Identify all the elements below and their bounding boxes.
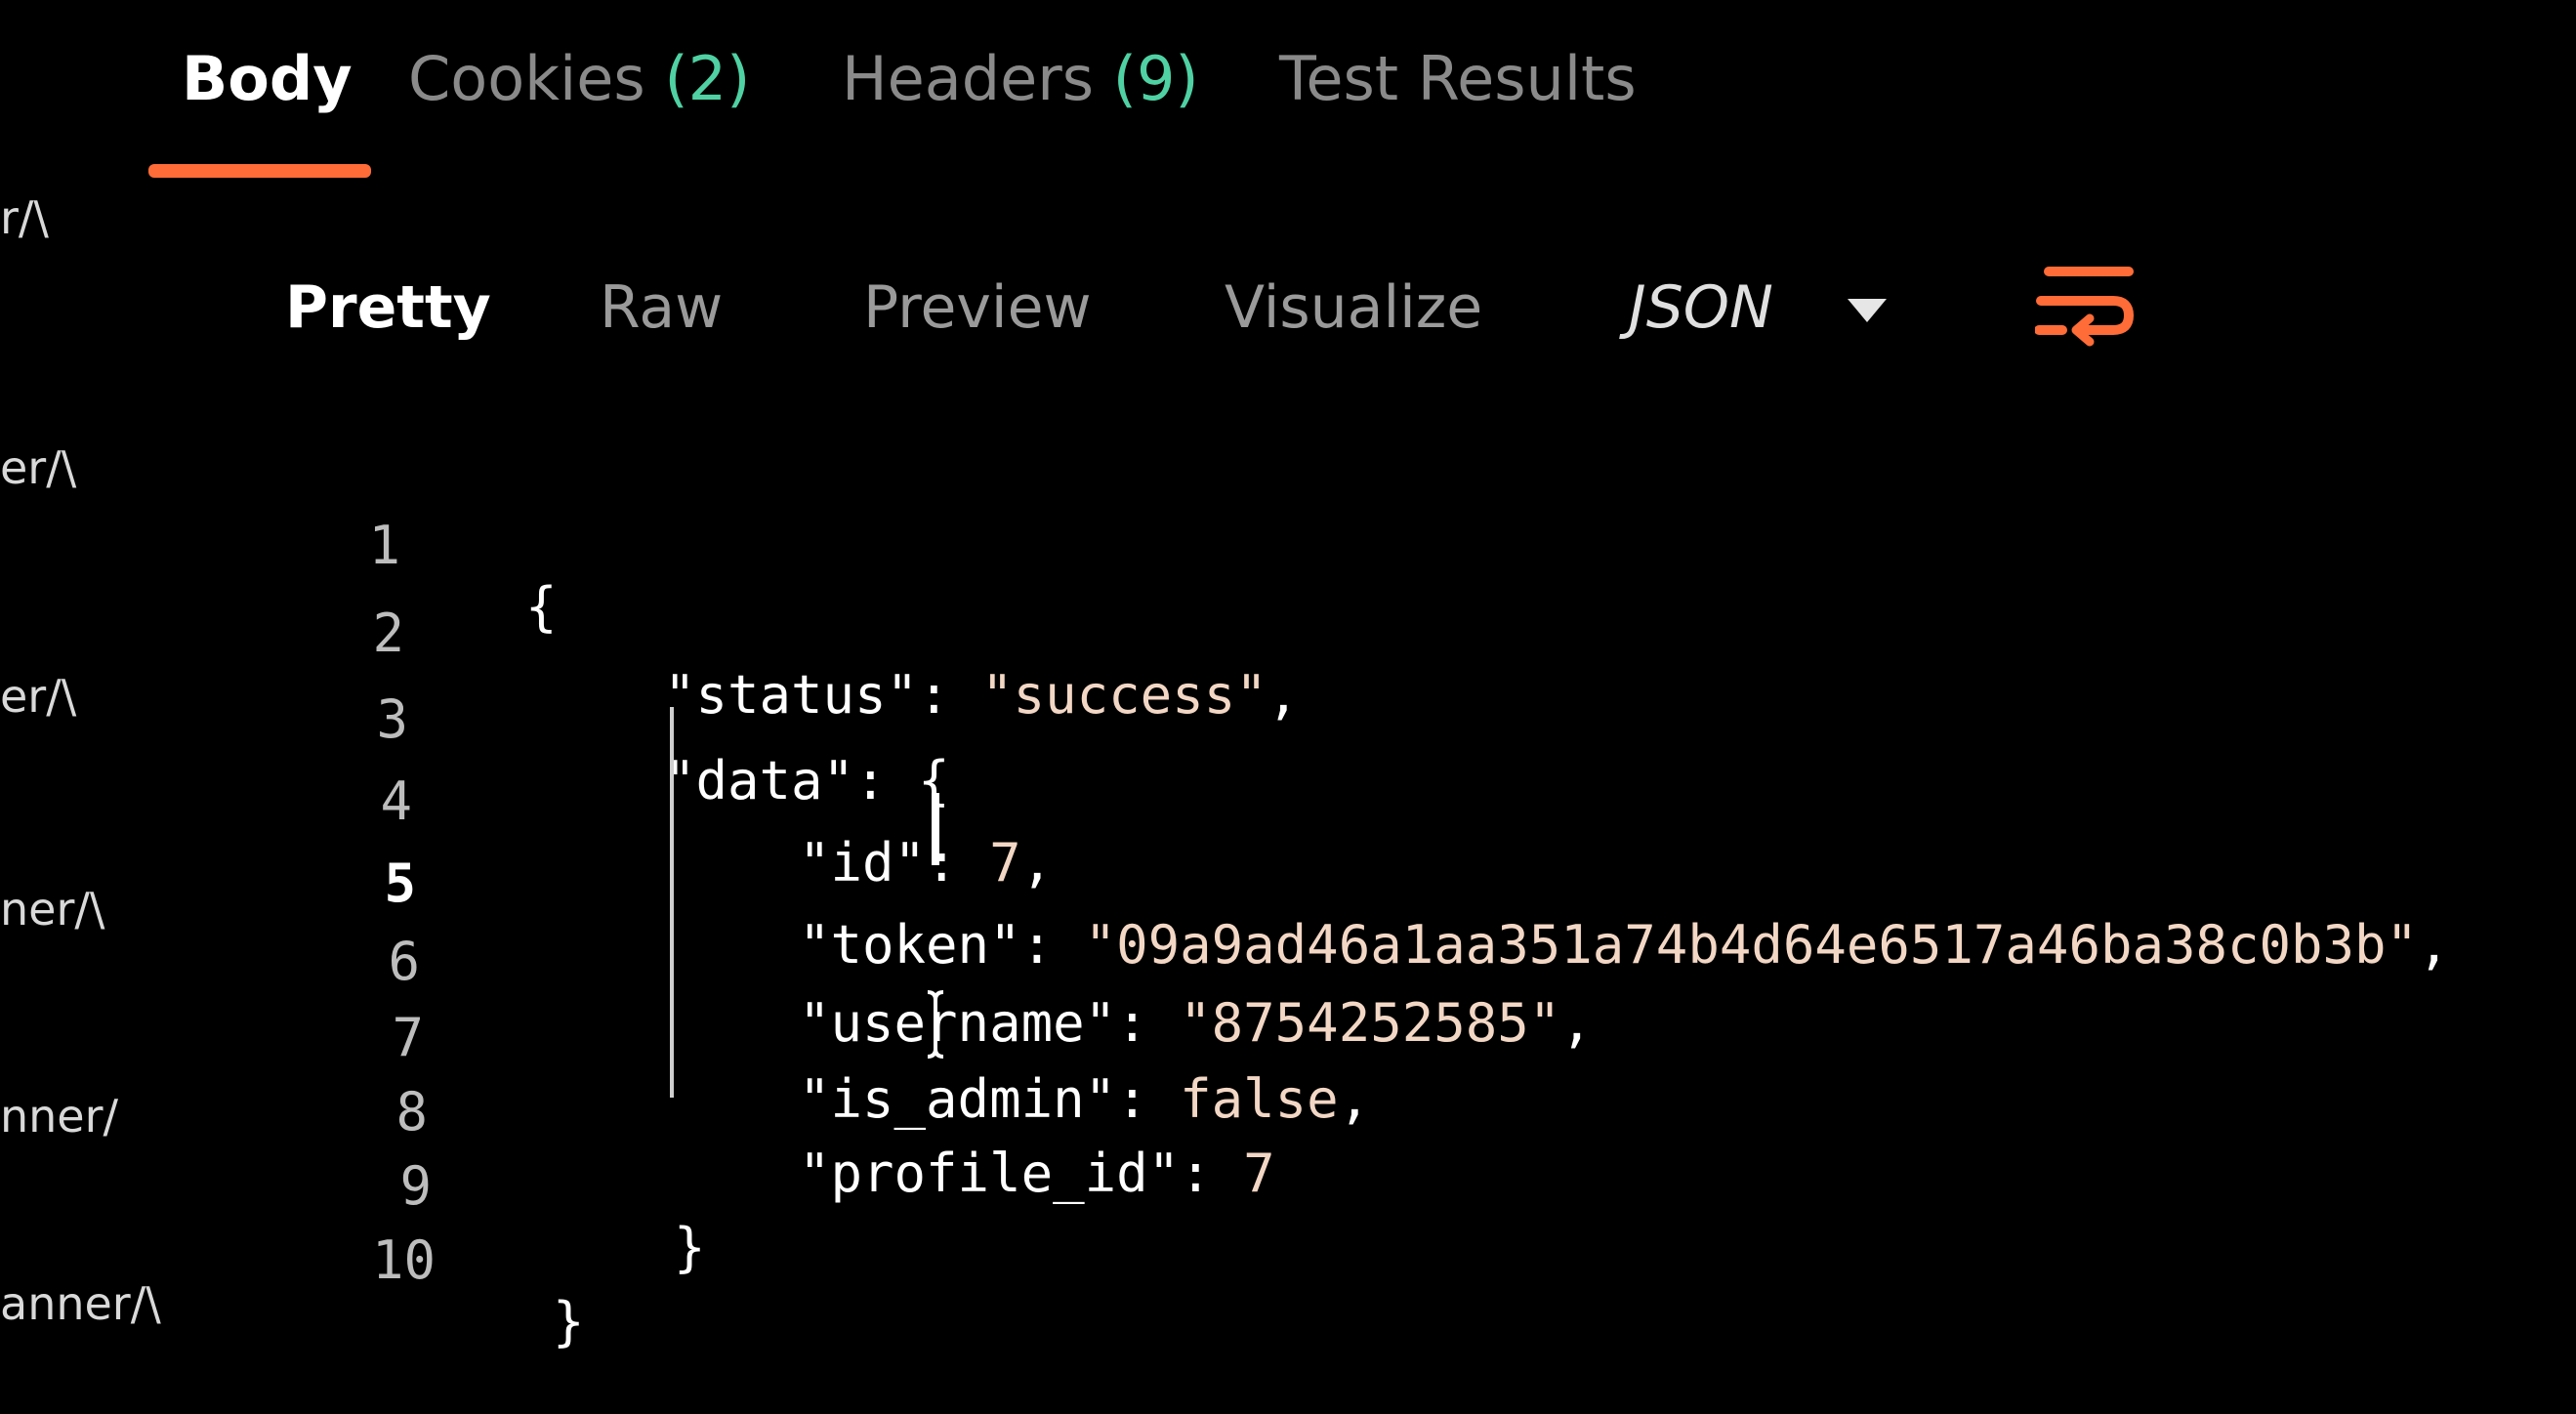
tab-label: Cookies	[408, 43, 645, 114]
code-line: 4 "id": 7,	[0, 709, 2576, 894]
format-label: JSON	[1629, 273, 1773, 342]
code-line: 1 {	[0, 453, 2576, 638]
mode-visualize[interactable]: Visualize	[1225, 273, 1482, 342]
code-line: 7 "is_admin": false,	[0, 945, 2576, 1130]
wrap-lines-icon[interactable]	[2035, 262, 2135, 355]
code-line: 10 }	[0, 1168, 2576, 1352]
code-line: 9 }	[0, 1094, 2576, 1278]
mode-pretty[interactable]: Pretty	[285, 273, 491, 342]
body-toolbar: Pretty Raw Preview Visualize JSON	[0, 273, 2576, 361]
ibeam-cursor-icon	[927, 990, 944, 1059]
tab-label: Body	[182, 43, 353, 114]
text-cursor	[932, 793, 939, 865]
response-code-viewer[interactable]: 1 { 2 "status": "success", 3 "data": { 4…	[0, 449, 2576, 1352]
mode-raw[interactable]: Raw	[600, 273, 723, 342]
tab-label: Test Results	[1279, 43, 1637, 114]
line-number: 10	[371, 1229, 436, 1291]
indent-guide	[670, 707, 674, 1098]
chevron-down-icon	[1848, 299, 1887, 322]
tab-cookies[interactable]: Cookies (2)	[408, 43, 750, 114]
code-line: 2 "status": "success",	[0, 541, 2576, 726]
code-line: 3 "data": {	[0, 627, 2576, 811]
code-line: 8 "profile_id": 7	[0, 1019, 2576, 1204]
mode-preview[interactable]: Preview	[863, 273, 1092, 342]
format-select[interactable]: JSON	[1629, 273, 1887, 352]
code-brace: }	[553, 1291, 585, 1352]
tab-count-badge: (9)	[1112, 43, 1199, 114]
tab-count-badge: (2)	[664, 43, 751, 114]
sidebar-item[interactable]: r/\	[0, 191, 49, 244]
active-tab-indicator	[148, 164, 371, 178]
tab-body[interactable]: Body	[182, 43, 353, 114]
code-line: 5 "token": "09a9ad46a1aa351a74b4d64e6517…	[0, 791, 2576, 976]
tab-label: Headers	[842, 43, 1095, 114]
code-line: 6 "username": "8754252585",	[0, 869, 2576, 1054]
tab-headers[interactable]: Headers (9)	[842, 43, 1199, 114]
tab-test-results[interactable]: Test Results	[1279, 43, 1637, 114]
